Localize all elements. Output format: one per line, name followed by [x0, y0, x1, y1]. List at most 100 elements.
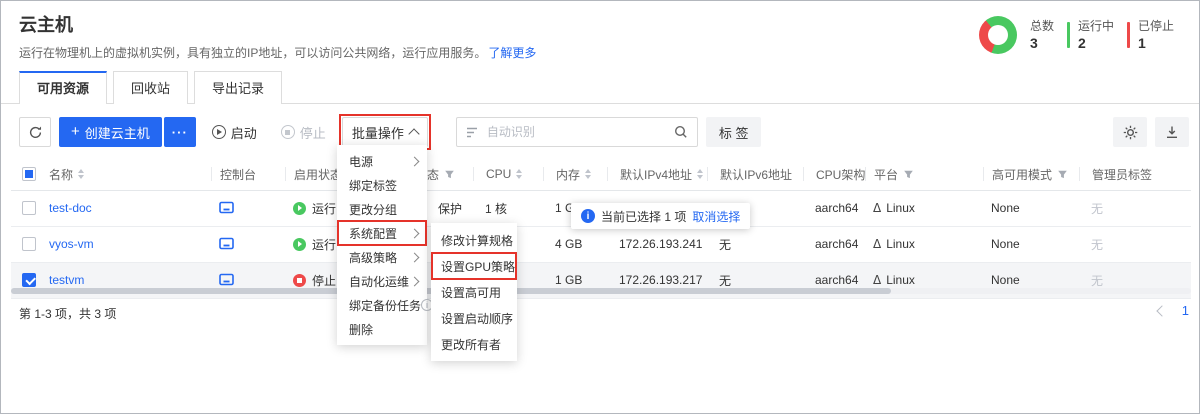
cpu-cell: 1 核	[473, 200, 543, 217]
filter-lines-icon	[466, 127, 478, 138]
ha-mode-cell: None	[983, 273, 1079, 287]
search-input[interactable]	[485, 124, 667, 140]
tab-导出记录[interactable]: 导出记录	[194, 71, 282, 104]
refresh-button[interactable]	[19, 117, 51, 147]
search-icon[interactable]	[674, 125, 688, 139]
create-vm-label: 创建云主机	[85, 123, 150, 142]
chevron-up-icon	[408, 128, 419, 139]
menu-item-删除[interactable]: 删除	[337, 317, 427, 341]
tag-button[interactable]: 标 签	[706, 117, 762, 147]
prev-page-icon[interactable]	[1156, 305, 1167, 316]
menu-item-自动化运维[interactable]: 自动化运维	[337, 269, 427, 293]
vm-name-link[interactable]: test-doc	[49, 201, 92, 215]
pagination-summary: 第 1-3 项，共 3 项	[19, 305, 116, 322]
console-icon[interactable]	[219, 237, 234, 251]
column-header: CPU架构	[816, 166, 865, 183]
settings-button[interactable]	[1113, 117, 1147, 147]
platform-cell: ΔLinux	[865, 237, 983, 251]
select-all-checkbox[interactable]	[22, 167, 36, 181]
batch-operations-menu: 电源绑定标签更改分组系统配置高级策略自动化运维绑定备份任务i删除	[337, 145, 427, 345]
stop-circle-icon	[281, 125, 295, 139]
tab-回收站[interactable]: 回收站	[113, 71, 188, 104]
stat-total-value: 3	[1030, 36, 1054, 51]
arch-cell: aarch64	[803, 201, 865, 215]
subtitle-text: 运行在物理机上的虚拟机实例，具有独立的IP地址，可以访问公共网络，运行应用服务。	[19, 46, 486, 60]
menu-item-高级策略[interactable]: 高级策略	[337, 245, 427, 269]
ipv4-cell: 172.26.193.217	[607, 273, 707, 287]
state-running-icon	[293, 238, 306, 251]
row-checkbox[interactable]	[22, 237, 36, 251]
chevron-right-icon	[410, 252, 420, 262]
plus-icon: +	[71, 124, 80, 139]
vm-stats: 总数 3 运行中2已停止1	[979, 13, 1193, 57]
row-checkbox[interactable]	[22, 273, 36, 287]
sort-icon[interactable]	[78, 166, 84, 182]
menu-item-绑定标签[interactable]: 绑定标签	[337, 173, 427, 197]
platform-cell: ΔLinux	[865, 273, 983, 287]
tab-可用资源[interactable]: 可用资源	[19, 71, 107, 104]
cancel-selection-link[interactable]: 取消选择	[692, 208, 740, 225]
filter-funnel-icon[interactable]	[444, 169, 455, 180]
menu-item-更改所有者[interactable]: 更改所有者	[431, 331, 517, 357]
linux-icon: Δ	[873, 201, 881, 215]
menu-item-系统配置[interactable]: 系统配置	[337, 221, 427, 245]
column-header: 平台	[874, 166, 898, 183]
menu-item-电源[interactable]: 电源	[337, 149, 427, 173]
chevron-right-icon	[410, 276, 420, 286]
filter-funnel-icon[interactable]	[903, 169, 914, 180]
vm-name-link[interactable]: testvm	[49, 273, 84, 287]
stat-运行中: 运行中2	[1067, 19, 1114, 51]
ipv6-cell: 无	[707, 272, 803, 289]
state-label: 停止	[312, 272, 336, 289]
search-box[interactable]	[456, 117, 698, 147]
start-button[interactable]: 启动	[204, 117, 265, 147]
admin-tag-cell: 无	[1079, 236, 1191, 253]
sort-icon[interactable]	[585, 166, 591, 182]
admin-tag-cell: 无	[1079, 200, 1191, 217]
chevron-right-icon	[410, 156, 420, 166]
admin-tag-cell: 无	[1079, 272, 1191, 289]
menu-item-绑定备份任务[interactable]: 绑定备份任务i	[337, 293, 427, 317]
sort-icon[interactable]	[697, 166, 703, 182]
sort-icon[interactable]	[516, 166, 522, 182]
filter-funnel-icon[interactable]	[1057, 169, 1068, 180]
ipv4-cell: 172.26.193.241	[607, 237, 707, 251]
column-header: 管理员标签	[1092, 166, 1152, 183]
ha-mode-cell: None	[983, 237, 1079, 251]
menu-item-设置高可用[interactable]: 设置高可用	[431, 279, 517, 305]
console-icon[interactable]	[219, 201, 234, 215]
column-header: 高可用模式	[992, 166, 1052, 183]
menu-item-更改分组[interactable]: 更改分组	[337, 197, 427, 221]
arch-cell: aarch64	[803, 273, 865, 287]
platform-cell: ΔLinux	[865, 201, 983, 215]
vm-name-link[interactable]: vyos-vm	[49, 237, 94, 251]
page-number[interactable]: 1	[1182, 303, 1189, 318]
table-row-vyos-vm: vyos-vm运行4 GB172.26.193.241无aarch64ΔLinu…	[11, 226, 1191, 262]
batch-operations-button[interactable]: 批量操作	[342, 117, 428, 147]
learn-more-link[interactable]: 了解更多	[488, 46, 536, 60]
download-icon	[1165, 125, 1179, 139]
stop-label: 停止	[300, 123, 326, 142]
memory-cell: 1 GB	[543, 273, 607, 287]
menu-item-修改计算规格[interactable]: 修改计算规格	[431, 227, 517, 253]
column-header: 名称	[49, 166, 73, 183]
column-header: 默认IPv4地址	[620, 166, 692, 183]
table-header-row: 名称控制台启用状态状态CPU内存默认IPv4地址默认IPv6地址CPU架构平台高…	[11, 159, 1191, 190]
ha-mode-cell: None	[983, 201, 1079, 215]
pager: 1	[1158, 303, 1189, 318]
state-running-icon	[293, 202, 306, 215]
page-header: 云主机 运行在物理机上的虚拟机实例，具有独立的IP地址，可以访问公共网络，运行应…	[1, 1, 1199, 61]
cloud-vm-page: 云主机 运行在物理机上的虚拟机实例，具有独立的IP地址，可以访问公共网络，运行应…	[0, 0, 1200, 414]
more-actions-button[interactable]: ···	[164, 117, 196, 147]
export-button[interactable]	[1155, 117, 1189, 147]
linux-icon: Δ	[873, 273, 881, 287]
stop-button[interactable]: 停止	[273, 117, 334, 147]
menu-item-设置GPU策略[interactable]: 设置GPU策略	[431, 253, 517, 279]
selection-tooltip: i 当前已选择 1 项 取消选择	[571, 203, 750, 229]
console-icon[interactable]	[219, 273, 234, 287]
menu-item-设置启动顺序[interactable]: 设置启动顺序	[431, 305, 517, 331]
state-label: 运行	[312, 236, 336, 253]
column-header: 启用状态	[294, 166, 342, 183]
row-checkbox[interactable]	[22, 201, 36, 215]
create-vm-button[interactable]: + 创建云主机	[59, 117, 162, 147]
